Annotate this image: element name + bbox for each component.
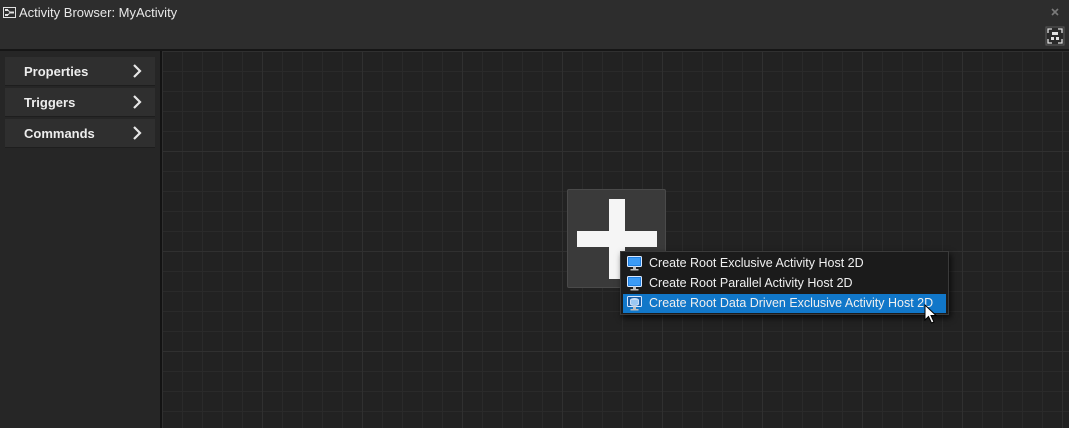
sidebar-item-label: Commands (24, 126, 95, 141)
menu-item-label: Create Root Parallel Activity Host 2D (649, 276, 853, 290)
sidebar-item-label: Triggers (24, 95, 76, 110)
chevron-right-icon (133, 95, 142, 109)
menu-item-create-root-parallel-activity-host-2d[interactable]: Create Root Parallel Activity Host 2D (623, 274, 946, 293)
toolbar (0, 26, 1069, 51)
sidebar-item-triggers[interactable]: Triggers (5, 88, 155, 117)
window-titlebar: Activity Browser: MyActivity (0, 0, 1069, 26)
sidebar: Properties Triggers Commands (0, 51, 162, 428)
sidebar-item-properties[interactable]: Properties (5, 57, 155, 86)
monitor-icon (627, 256, 642, 271)
chevron-right-icon (133, 64, 142, 78)
menu-item-create-root-exclusive-activity-host-2d[interactable]: Create Root Exclusive Activity Host 2D (623, 254, 946, 273)
close-icon[interactable] (1049, 6, 1061, 18)
data-driven-host-icon (627, 296, 642, 311)
activity-browser-icon (3, 7, 16, 18)
mouse-cursor-icon (924, 304, 938, 324)
sidebar-item-commands[interactable]: Commands (5, 119, 155, 148)
chevron-right-icon (133, 126, 142, 140)
monitor-icon (627, 276, 642, 291)
window-title: Activity Browser: MyActivity (19, 5, 178, 20)
sidebar-item-label: Properties (24, 64, 89, 79)
zoom-to-fit-icon[interactable] (1045, 26, 1065, 46)
context-menu: Create Root Exclusive Activity Host 2D C… (620, 251, 949, 315)
menu-item-create-root-data-driven-exclusive-activity-host-2d[interactable]: Create Root Data Driven Exclusive Activi… (623, 294, 946, 313)
menu-item-label: Create Root Data Driven Exclusive Activi… (649, 296, 934, 310)
menu-item-label: Create Root Exclusive Activity Host 2D (649, 256, 864, 270)
